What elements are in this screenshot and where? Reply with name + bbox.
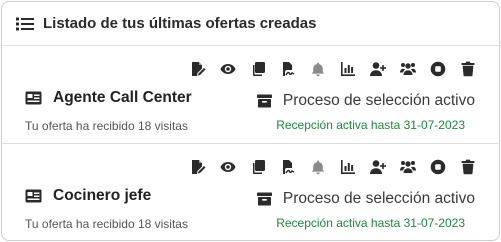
offer-status: Proceso de selección activo [256, 92, 475, 110]
status-text: Proceso de selección activo [282, 190, 475, 207]
bar-chart-icon[interactable] [339, 158, 357, 176]
file-signature-icon[interactable] [279, 60, 297, 78]
archive-icon [256, 94, 272, 108]
eye-icon[interactable] [219, 60, 237, 78]
users-icon[interactable] [399, 60, 417, 78]
file-signature-icon[interactable] [279, 158, 297, 176]
offer-actions [189, 59, 477, 79]
offer-visits: Tu oferta ha recibido 18 visitas [25, 119, 188, 133]
copy-icon[interactable] [249, 158, 267, 176]
edit-document-icon[interactable] [189, 60, 207, 78]
offer-visits: Tu oferta ha recibido 18 visitas [25, 217, 188, 231]
trash-icon[interactable] [459, 158, 477, 176]
panel-header: Listado de tus últimas ofertas creadas [2, 2, 499, 46]
id-card-icon [25, 189, 42, 203]
trash-icon[interactable] [459, 60, 477, 78]
offer-actions [189, 157, 477, 177]
reception-date: Recepción activa hasta 31-07-2023 [276, 216, 465, 230]
bell-icon[interactable] [309, 158, 327, 176]
user-plus-icon[interactable] [369, 60, 387, 78]
bell-icon[interactable] [309, 60, 327, 78]
archive-icon [256, 192, 272, 206]
offer-title-row[interactable]: Cocinero jefe [25, 187, 151, 205]
list-icon [16, 17, 34, 31]
offer-card: Agente Call Center Tu oferta ha recibido… [2, 47, 499, 144]
users-icon[interactable] [399, 158, 417, 176]
panel-title: Listado de tus últimas ofertas creadas [43, 15, 317, 32]
offer-title-row[interactable]: Agente Call Center [25, 89, 192, 107]
offer-status: Proceso de selección activo [256, 190, 475, 208]
user-plus-icon[interactable] [369, 158, 387, 176]
offer-title[interactable]: Agente Call Center [53, 89, 192, 107]
offers-panel: Listado de tus últimas ofertas creadas A… [1, 1, 500, 241]
stop-circle-icon[interactable] [429, 60, 447, 78]
copy-icon[interactable] [249, 60, 267, 78]
eye-icon[interactable] [219, 158, 237, 176]
offer-card: Cocinero jefe Tu oferta ha recibido 18 v… [2, 145, 499, 240]
bar-chart-icon[interactable] [339, 60, 357, 78]
status-text: Proceso de selección activo [282, 92, 475, 109]
offer-title[interactable]: Cocinero jefe [53, 187, 151, 205]
reception-date: Recepción activa hasta 31-07-2023 [276, 118, 465, 132]
id-card-icon [25, 91, 42, 105]
stop-circle-icon[interactable] [429, 158, 447, 176]
edit-document-icon[interactable] [189, 158, 207, 176]
